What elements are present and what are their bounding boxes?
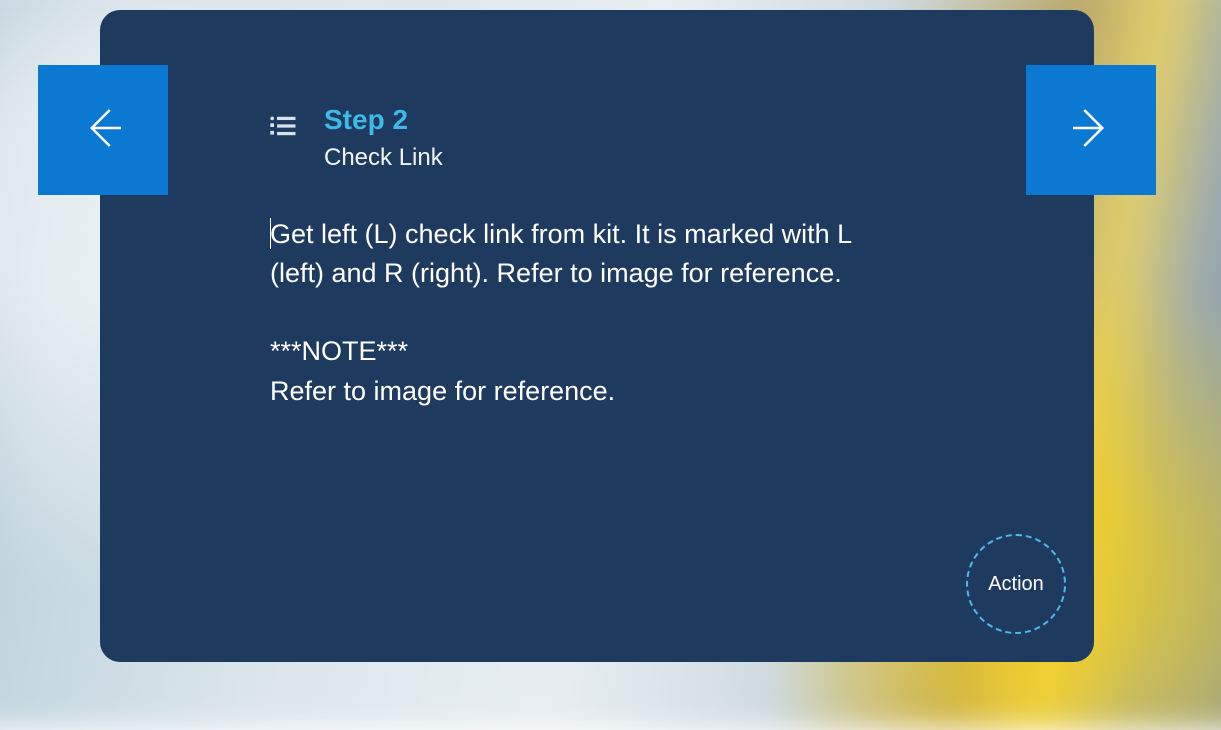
step-instructions[interactable]: Get left (L) check link from kit. It is … [270, 215, 890, 411]
arrow-left-icon [76, 101, 130, 160]
ordered-list-icon [270, 113, 296, 144]
action-button-label: Action [988, 573, 1044, 596]
action-button[interactable]: Action [966, 534, 1066, 634]
step-title: Check Link [324, 144, 443, 172]
instructions-text: Get left (L) check link from kit. It is … [270, 219, 851, 406]
arrow-right-icon [1064, 101, 1118, 160]
step-card: Step 2 Check Link Get left (L) check lin… [100, 10, 1094, 662]
step-header: Step 2 Check Link [270, 105, 443, 172]
step-number-label: Step 2 [324, 105, 443, 136]
next-step-button[interactable] [1026, 65, 1156, 195]
previous-step-button[interactable] [38, 65, 168, 195]
